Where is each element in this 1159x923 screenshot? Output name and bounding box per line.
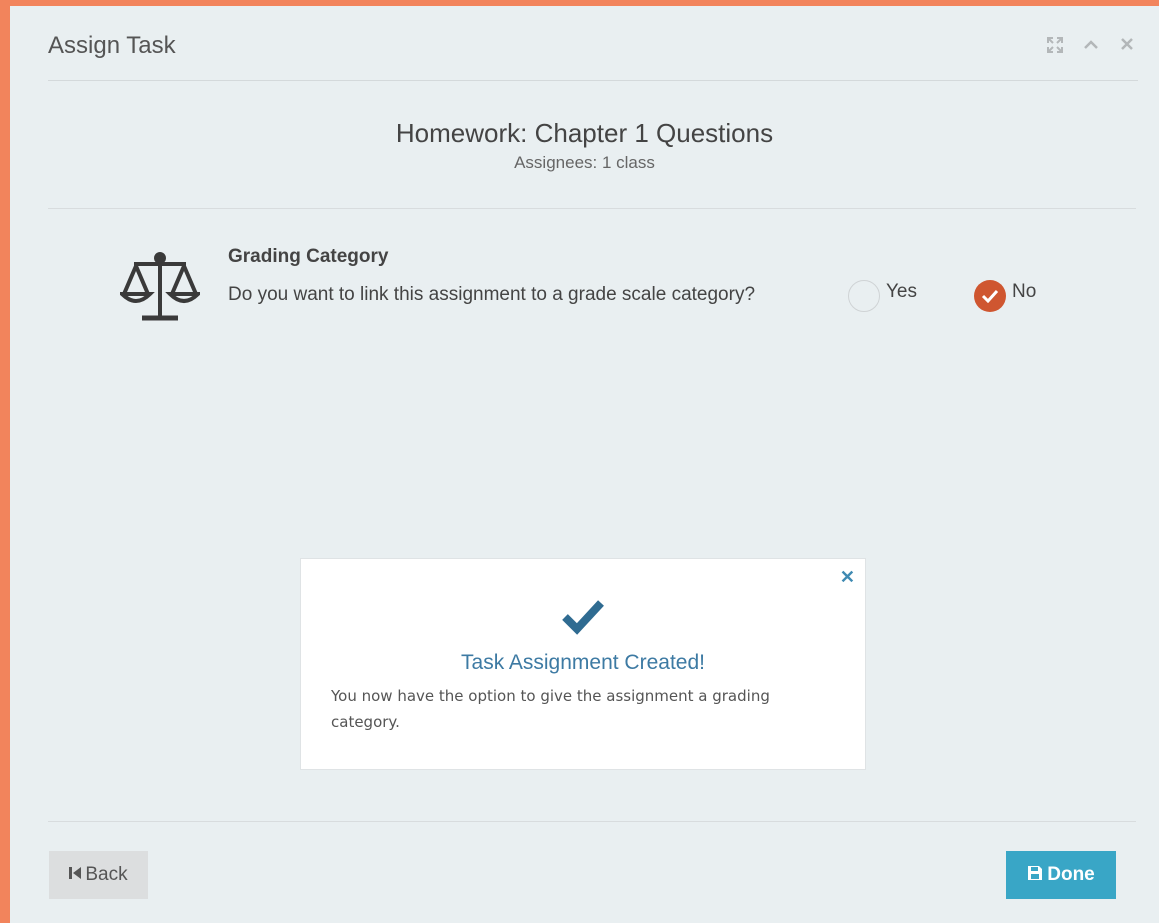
- header-controls: [1044, 36, 1138, 58]
- radio-no[interactable]: No: [974, 280, 1036, 312]
- step-back-icon: [69, 866, 82, 885]
- task-heading: Homework: Chapter 1 Questions Assignees:…: [10, 118, 1159, 173]
- dialog-title: Assign Task: [48, 32, 176, 59]
- back-button-label: Back: [85, 864, 128, 885]
- radio-no-label: No: [1012, 281, 1037, 302]
- assign-task-dialog: Assign Task Homework: Chapter 1 Question…: [10, 6, 1159, 923]
- success-toast: ✕ Task Assignment Created! You now have …: [300, 558, 866, 770]
- toast-message: You now have the option to give the assi…: [331, 687, 770, 731]
- dialog-header: Assign Task: [48, 6, 1138, 81]
- toast-close-icon[interactable]: ✕: [840, 567, 855, 588]
- chevron-up-icon[interactable]: [1080, 36, 1102, 58]
- radio-yes-label: Yes: [886, 281, 917, 302]
- close-icon[interactable]: [1116, 36, 1138, 58]
- radio-unchecked-icon[interactable]: [848, 280, 880, 312]
- radio-yes[interactable]: Yes: [848, 280, 917, 312]
- divider: [48, 821, 1136, 822]
- checkmark-icon: [559, 597, 607, 637]
- task-title: Homework: Chapter 1 Questions: [395, 118, 774, 148]
- done-button-label: Done: [1047, 864, 1095, 885]
- divider: [48, 208, 1136, 209]
- save-icon: [1027, 865, 1043, 886]
- back-button[interactable]: Back: [49, 851, 148, 899]
- done-button[interactable]: Done: [1006, 851, 1116, 899]
- expand-icon[interactable]: [1044, 36, 1066, 58]
- radio-checked-icon[interactable]: [974, 280, 1006, 312]
- toast-title: Task Assignment Created!: [461, 651, 705, 674]
- task-assignees: Assignees: 1 class: [514, 153, 655, 172]
- grading-category-label: Grading Category: [228, 246, 389, 267]
- balance-scale-icon: [117, 248, 203, 324]
- grading-question: Do you want to link this assignment to a…: [228, 284, 756, 305]
